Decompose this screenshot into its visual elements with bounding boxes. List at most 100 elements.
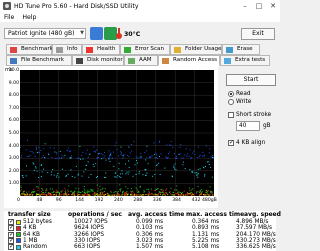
data-point xyxy=(74,190,76,192)
data-point xyxy=(159,189,161,191)
series-color-swatch xyxy=(16,225,21,231)
data-point xyxy=(68,185,70,187)
data-point xyxy=(122,157,124,159)
copy-icon[interactable] xyxy=(90,27,103,40)
data-point xyxy=(204,174,206,176)
tab-health[interactable]: Health xyxy=(82,44,120,55)
header-operations: operations / sec xyxy=(68,211,122,218)
short-stroke-checkbox[interactable] xyxy=(228,112,234,118)
cell-avg-access: 1.507 ms xyxy=(136,244,164,251)
x-tick-label: 336 xyxy=(152,198,162,203)
data-point xyxy=(168,153,170,155)
data-point xyxy=(40,149,42,151)
tab-benchmark[interactable]: Benchmark xyxy=(6,44,53,55)
data-point xyxy=(58,192,60,194)
data-point xyxy=(147,193,149,195)
data-point xyxy=(56,193,58,195)
data-point xyxy=(109,194,110,196)
data-point xyxy=(181,194,183,196)
data-point xyxy=(160,153,162,155)
short-stroke-input[interactable]: 40 xyxy=(236,121,260,131)
data-point xyxy=(85,164,87,166)
data-point xyxy=(204,175,206,177)
error-scan-icon xyxy=(124,47,131,53)
data-point xyxy=(125,194,127,196)
data-point xyxy=(99,153,100,154)
data-point xyxy=(28,191,30,193)
row-checkbox[interactable] xyxy=(8,243,14,251)
close-button[interactable]: ✕ xyxy=(266,0,280,12)
data-point xyxy=(145,159,147,161)
maximize-button[interactable]: □ xyxy=(252,0,266,12)
cell-avg-access: 3.023 ms xyxy=(136,237,164,244)
tab-erase[interactable]: Erase xyxy=(222,44,260,55)
data-point xyxy=(163,194,165,196)
data-point xyxy=(137,194,138,196)
data-point xyxy=(149,193,151,195)
data-point xyxy=(29,193,30,195)
data-point xyxy=(77,194,79,196)
data-point xyxy=(118,194,119,196)
data-point xyxy=(118,162,120,164)
menu-file[interactable]: File xyxy=(4,14,14,21)
tab-info[interactable]: Info xyxy=(52,44,82,55)
data-point xyxy=(170,193,171,195)
data-point xyxy=(66,191,68,193)
data-point xyxy=(174,163,176,165)
data-point xyxy=(198,146,199,148)
tab-file-benchmark[interactable]: File Benchmark xyxy=(6,55,72,66)
data-point xyxy=(152,175,154,177)
data-point xyxy=(173,194,175,196)
data-point xyxy=(95,149,97,151)
header-avg-access: avg. access time xyxy=(128,211,185,218)
data-point xyxy=(97,176,98,177)
data-point xyxy=(140,194,142,196)
data-point xyxy=(103,194,105,196)
data-point xyxy=(189,194,191,195)
data-point xyxy=(110,191,112,193)
exit-button[interactable]: Exit xyxy=(241,28,275,40)
data-point xyxy=(205,165,206,167)
start-button[interactable]: Start xyxy=(226,74,276,86)
tab-disk-monitor[interactable]: Disk monitor xyxy=(72,55,124,66)
data-point xyxy=(142,174,144,176)
data-point xyxy=(127,188,129,189)
data-point xyxy=(113,165,115,167)
data-point xyxy=(93,193,95,195)
drive-select[interactable]: Patriot Ignite (480 gB) ▼ xyxy=(4,28,86,39)
cell-avg-speed: 336.625 MB/s xyxy=(236,244,276,251)
data-point xyxy=(156,165,158,166)
data-point xyxy=(20,185,22,187)
data-point xyxy=(113,151,114,153)
minimize-button[interactable]: – xyxy=(238,0,252,12)
read-radio[interactable] xyxy=(228,91,234,97)
data-point xyxy=(21,155,23,157)
tab-aam[interactable]: AAM xyxy=(124,55,158,66)
data-point xyxy=(157,193,159,195)
data-point xyxy=(125,173,127,175)
data-point xyxy=(132,194,133,196)
data-point xyxy=(113,192,115,193)
data-point xyxy=(173,167,175,169)
tab-random-access[interactable]: Random Access xyxy=(158,55,220,66)
data-point xyxy=(53,194,55,196)
data-point xyxy=(60,194,62,196)
data-point xyxy=(136,188,138,190)
write-radio[interactable] xyxy=(228,99,234,105)
tab-error-scan[interactable]: Error Scan xyxy=(120,44,170,55)
data-point xyxy=(92,163,94,165)
data-point xyxy=(46,194,48,196)
align-4kb-checkbox[interactable] xyxy=(228,139,234,147)
data-point xyxy=(99,192,101,193)
menu-help[interactable]: Help xyxy=(22,14,36,21)
data-point xyxy=(182,161,184,163)
data-point xyxy=(77,174,79,176)
data-point xyxy=(73,191,75,193)
data-point xyxy=(156,154,158,156)
data-point xyxy=(82,190,83,192)
tab-extra-tests[interactable]: Extra tests xyxy=(220,55,270,66)
data-point xyxy=(65,192,67,194)
data-point xyxy=(190,191,192,193)
data-point xyxy=(45,189,47,191)
tab-folder-usage[interactable]: Folder Usage xyxy=(170,44,222,55)
